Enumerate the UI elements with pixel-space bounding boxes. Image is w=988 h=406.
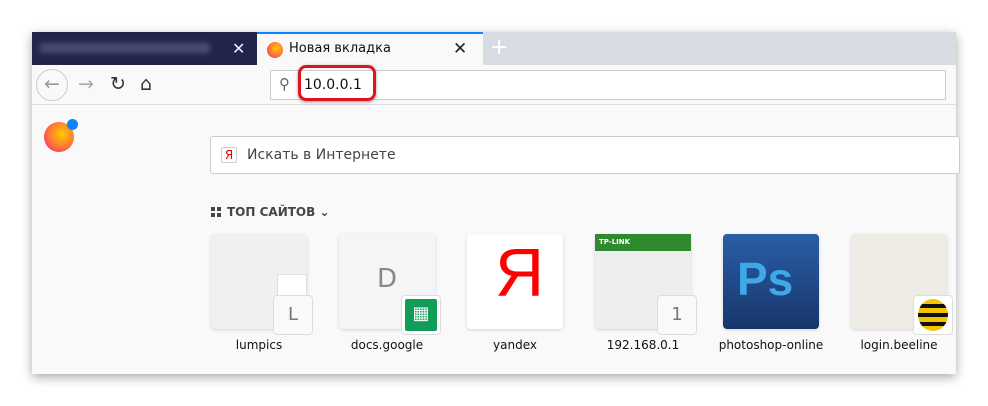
- tab-strip: ✕ Новая вкладка ✕ +: [32, 32, 956, 65]
- letter-preview: D: [377, 264, 398, 294]
- top-site-docs-google[interactable]: D ▦: [339, 234, 441, 335]
- site-label: lumpics: [235, 338, 283, 352]
- blurred-tab-title: [40, 43, 210, 53]
- site-label: login.beeline: [860, 338, 938, 352]
- sheets-icon: ▦: [405, 299, 437, 331]
- new-tab-button[interactable]: +: [490, 35, 508, 60]
- site-label: 192.168.0.1: [606, 338, 680, 352]
- back-button[interactable]: ←: [36, 69, 68, 101]
- yandex-logo: Я: [495, 235, 545, 311]
- site-badge: 1: [657, 295, 697, 335]
- site-label: yandex: [493, 338, 537, 352]
- top-sites-toggle[interactable]: ТОП САЙТОВ ⌄: [211, 205, 330, 219]
- yandex-icon: Я: [221, 147, 237, 163]
- browser-window: ✕ Новая вкладка ✕ + ← → ↻ ⌂ ⚲ 10.0.0.1 Я Ис…: [32, 32, 960, 374]
- photoshop-logo: Ps: [737, 253, 794, 305]
- home-button[interactable]: ⌂: [140, 73, 152, 95]
- top-sites-heading: ТОП САЙТОВ: [227, 205, 316, 219]
- site-badge: L: [273, 295, 313, 335]
- top-site-yandex[interactable]: Я: [467, 234, 563, 329]
- close-icon[interactable]: ✕: [232, 39, 245, 58]
- forward-button[interactable]: →: [78, 73, 94, 95]
- site-label: photoshop-online: [718, 338, 824, 352]
- top-site-lumpics[interactable]: L: [211, 234, 313, 335]
- close-icon[interactable]: ✕: [453, 39, 467, 59]
- grid-icon: [211, 207, 221, 217]
- tab-title: Новая вкладка: [289, 41, 391, 56]
- tab-inactive[interactable]: ✕: [32, 32, 257, 65]
- tab-new[interactable]: Новая вкладка ✕: [257, 32, 483, 65]
- top-site-192-168-0-1[interactable]: TP-LINK 1: [595, 234, 697, 335]
- firefox-logo: [44, 119, 78, 152]
- tplink-logo: TP-LINK: [595, 234, 691, 251]
- toolbar: ← → ↻ ⌂ ⚲ 10.0.0.1: [32, 65, 956, 105]
- site-label: docs.google: [350, 338, 424, 352]
- search-placeholder: Искать в Интернете: [247, 147, 396, 163]
- firefox-icon: [267, 42, 283, 58]
- top-site-photoshop-online[interactable]: Ps: [723, 234, 819, 329]
- highlight-box: [298, 65, 376, 101]
- top-site-login-beeline[interactable]: [851, 234, 953, 335]
- chevron-down-icon: ⌄: [319, 205, 330, 219]
- search-icon: ⚲: [279, 75, 290, 93]
- search-input[interactable]: Я Искать в Интернете: [210, 136, 960, 174]
- reload-button[interactable]: ↻: [110, 73, 126, 95]
- beeline-icon: [918, 299, 948, 331]
